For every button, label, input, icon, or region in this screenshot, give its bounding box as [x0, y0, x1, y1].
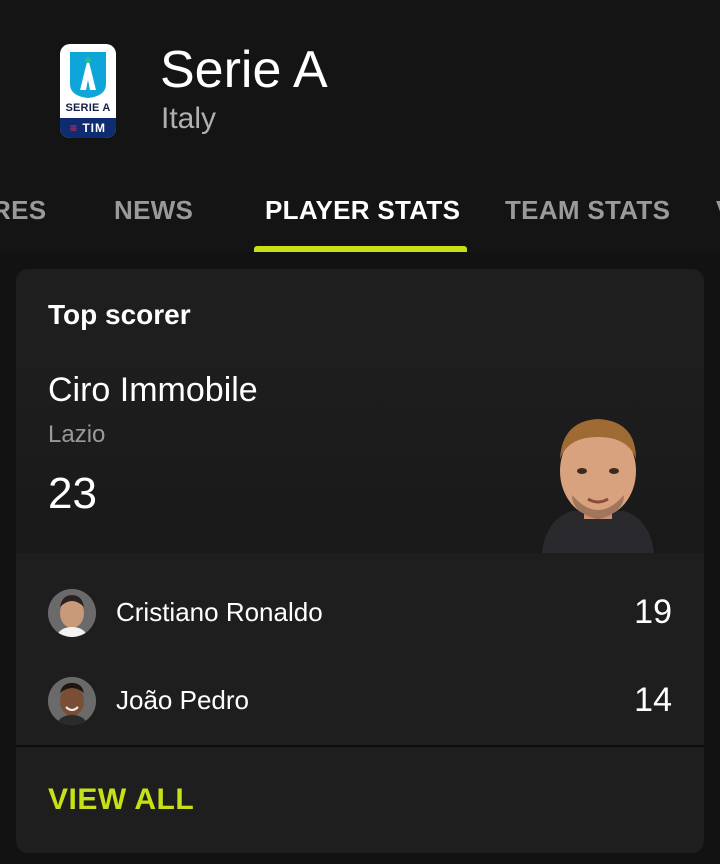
card-title: Top scorer	[48, 299, 191, 330]
tab-team-stats[interactable]: TEAM STATS	[505, 190, 670, 230]
tab-news[interactable]: NEWS	[114, 190, 193, 230]
tab-fixtures[interactable]: RES	[0, 190, 46, 230]
scorer-row[interactable]: Cristiano Ronaldo 19	[16, 569, 704, 657]
serie-a-logo-icon: SERIE A ≡ TIM	[60, 44, 116, 138]
sponsor-lines-icon: ≡	[69, 121, 78, 135]
leader-team: Lazio	[48, 421, 106, 448]
logo-text: SERIE A	[65, 102, 111, 114]
leader-goals: 23	[48, 469, 97, 518]
player-name: João Pedro	[116, 685, 249, 715]
active-tab-indicator	[254, 246, 467, 252]
scorer-row[interactable]: João Pedro 14	[16, 657, 704, 745]
top-scorer-leader[interactable]: Ciro Immobile Lazio 23	[16, 351, 704, 553]
league-country: Italy	[161, 102, 217, 135]
league-header: SERIE A ≡ TIM Serie A Italy	[0, 0, 720, 160]
sponsor-text: TIM	[82, 121, 107, 135]
view-all-button[interactable]: VIEW ALL	[48, 783, 194, 817]
tab-player-stats[interactable]: PLAYER STATS	[265, 190, 460, 230]
tab-next[interactable]: V	[716, 190, 720, 230]
player-avatar-icon	[48, 589, 96, 637]
top-scorer-card: Top scorer Ciro Immobile Lazio 23 Cristi…	[16, 269, 704, 853]
divider	[16, 745, 704, 747]
player-avatar-icon	[48, 677, 96, 725]
league-title: Serie A	[160, 41, 328, 99]
leader-name: Ciro Immobile	[48, 371, 258, 409]
tab-bar: RES NEWS PLAYER STATS TEAM STATS V	[0, 160, 720, 252]
player-photo-icon	[542, 419, 654, 553]
player-goals: 19	[634, 593, 672, 631]
player-name: Cristiano Ronaldo	[116, 597, 323, 627]
shield-icon	[70, 52, 106, 98]
player-goals: 14	[634, 681, 672, 719]
sponsor-label: ≡ TIM	[60, 118, 116, 138]
